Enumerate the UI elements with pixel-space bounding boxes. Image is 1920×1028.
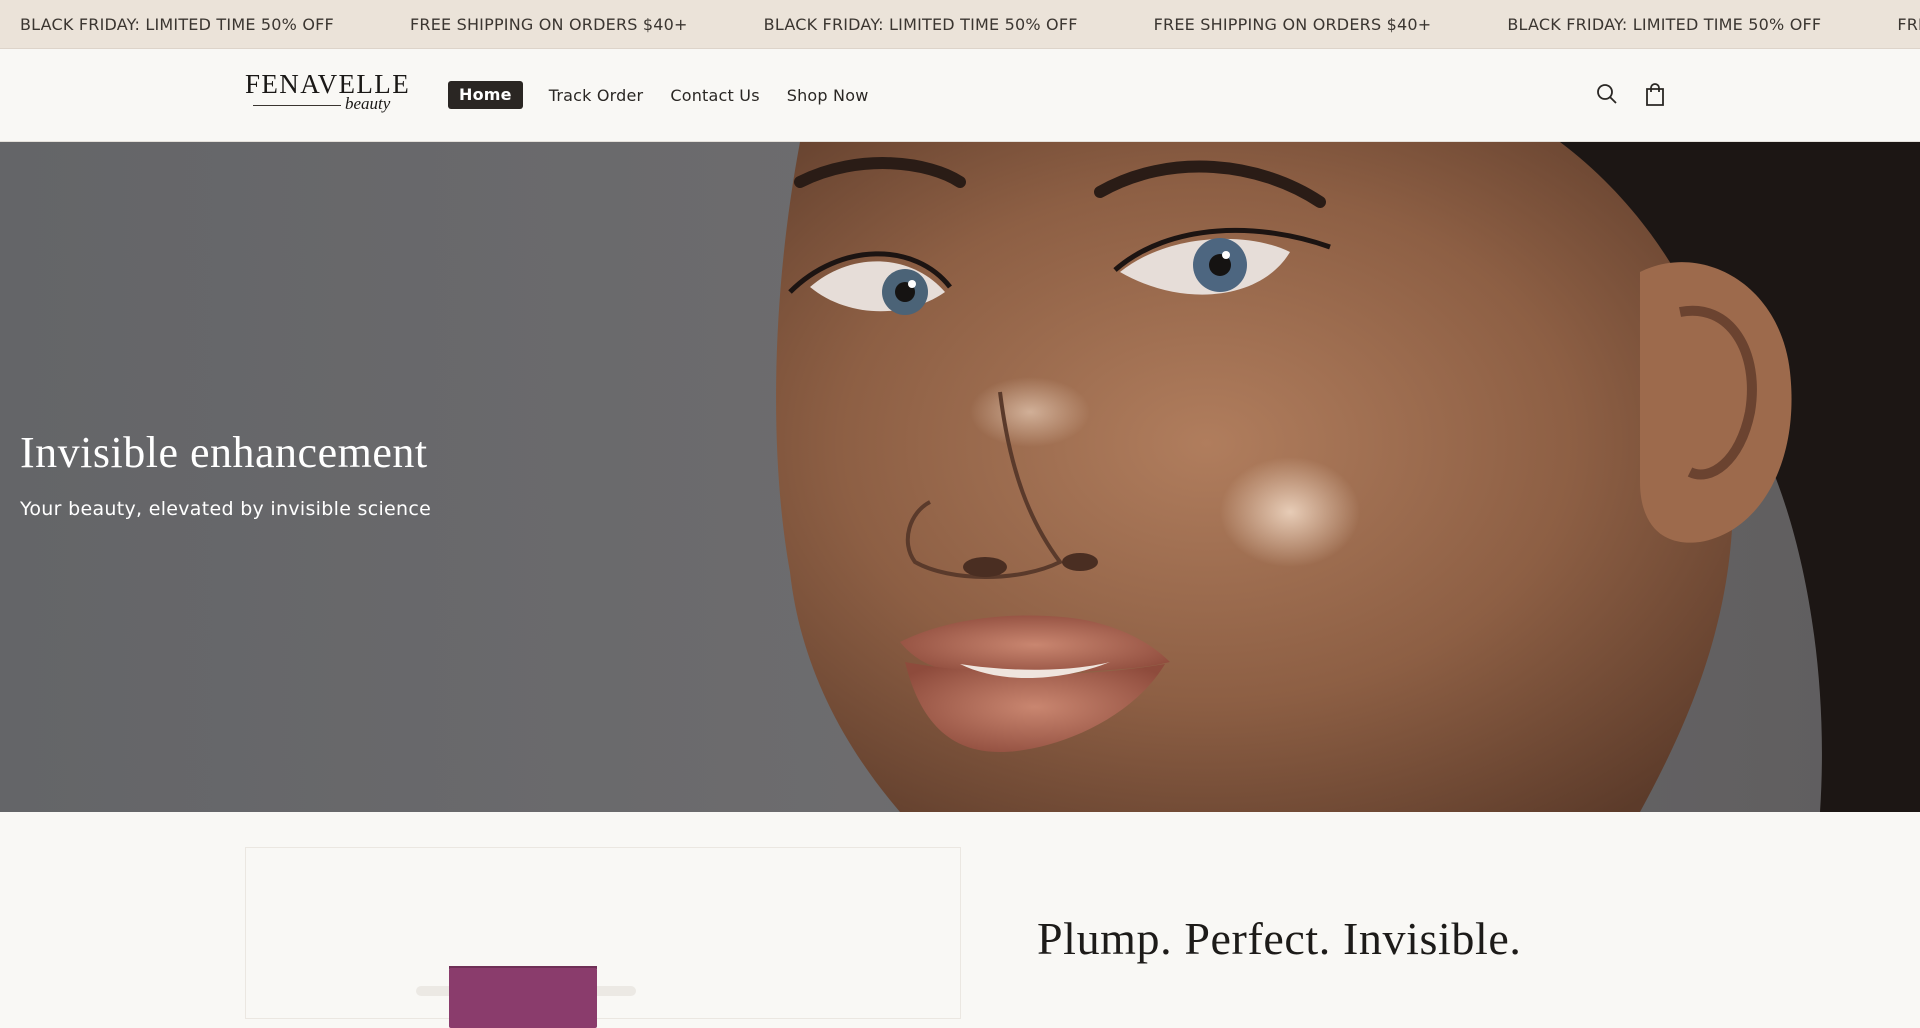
- hero-banner: Invisible enhancement Your beauty, eleva…: [0, 142, 1920, 812]
- announcement-item: BLACK FRIDAY: LIMITED TIME 50% OFF: [20, 14, 334, 34]
- product-image-card: [245, 847, 961, 1028]
- announcement-item: FREE SHIPPING ON ORDERS $40+: [1153, 14, 1432, 34]
- announcement-item: BLACK FRIDAY: LIMITED TIME 50% OFF: [1507, 14, 1822, 34]
- product-headline: Plump. Perfect. Invisible.: [1037, 913, 1522, 964]
- product-box-image: [449, 968, 597, 1028]
- announcement-item: FREE SHIPPING ON ORDERS $40+: [1897, 14, 1920, 34]
- nav-track-order[interactable]: Track Order: [549, 86, 644, 105]
- cart-icon: [1646, 83, 1664, 106]
- hero-subtitle: Your beauty, elevated by invisible scien…: [20, 498, 432, 520]
- nav-home[interactable]: Home: [448, 81, 523, 109]
- nav-contact-us[interactable]: Contact Us: [670, 86, 759, 105]
- announcement-item: FREE SHIPPING ON ORDERS $40+: [409, 14, 688, 34]
- logo-subtitle: beauty: [345, 94, 391, 113]
- site-header: FENAVELLE beauty Home Track Order Contac…: [0, 49, 1920, 142]
- cart-button[interactable]: [1640, 79, 1670, 109]
- logo-underline: [253, 105, 341, 106]
- announcement-item: BLACK FRIDAY: LIMITED TIME 50% OFF: [763, 14, 1078, 34]
- main-nav: Home Track Order Contact Us Shop Now: [448, 81, 896, 109]
- search-icon: [1597, 84, 1617, 104]
- site-logo[interactable]: FENAVELLE beauty: [245, 69, 410, 119]
- announcement-marquee: BLACK FRIDAY: LIMITED TIME 50% OFF FREE …: [0, 0, 1920, 48]
- announcement-bar: BLACK FRIDAY: LIMITED TIME 50% OFF FREE …: [0, 0, 1920, 49]
- nav-shop-now[interactable]: Shop Now: [787, 86, 869, 105]
- hero-title: Invisible enhancement: [20, 428, 428, 477]
- search-button[interactable]: [1592, 79, 1622, 109]
